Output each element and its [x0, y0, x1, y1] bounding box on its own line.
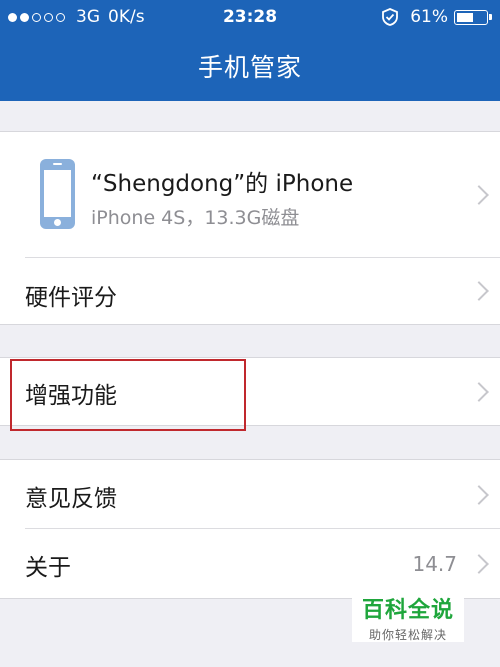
home-button-icon — [54, 219, 61, 226]
chevron-right-icon — [469, 281, 489, 301]
watermark-title: 百科全说 — [361, 598, 454, 623]
watermark-logo: 百科全说 助你轻松解决 — [352, 588, 464, 642]
battery-tip — [489, 14, 492, 20]
device-details: iPhone 4S，13.3G磁盘 — [91, 207, 300, 229]
shield-icon — [382, 8, 399, 26]
app-header: 3G 0K/s 23:28 61% 手机管家 — [0, 0, 500, 101]
chevron-right-icon — [469, 485, 489, 505]
screen-icon — [44, 170, 71, 217]
iphone-icon — [40, 159, 75, 229]
battery-percent: 61% — [410, 7, 448, 27]
battery-fill — [457, 12, 473, 22]
page-title: 手机管家 — [197, 53, 302, 82]
device-row[interactable]: “Shengdong”的 iPhone iPhone 4S，13.3G磁盘 — [0, 132, 500, 257]
battery-icon — [454, 9, 488, 25]
chevron-right-icon — [469, 185, 489, 205]
status-bar: 3G 0K/s 23:28 61% — [0, 0, 500, 34]
info-group: 意见反馈 关于 14.7 — [0, 459, 500, 599]
about-version: 14.7 — [412, 552, 457, 576]
feedback-label: 意见反馈 — [25, 486, 117, 512]
about-label: 关于 — [25, 555, 71, 581]
highlight-box — [10, 359, 246, 431]
hardware-score-label: 硬件评分 — [25, 285, 117, 311]
watermark-subtitle: 助你轻松解决 — [368, 628, 447, 642]
feedback-row[interactable]: 意见反馈 — [0, 460, 500, 528]
hardware-score-row[interactable]: 硬件评分 — [0, 258, 500, 324]
chevron-right-icon — [469, 382, 489, 402]
speaker-icon — [53, 163, 62, 165]
status-right: 61% — [380, 7, 492, 27]
device-name: “Shengdong”的 iPhone — [91, 171, 354, 197]
device-group: “Shengdong”的 iPhone iPhone 4S，13.3G磁盘 硬件… — [0, 131, 500, 325]
chevron-right-icon — [469, 554, 489, 574]
